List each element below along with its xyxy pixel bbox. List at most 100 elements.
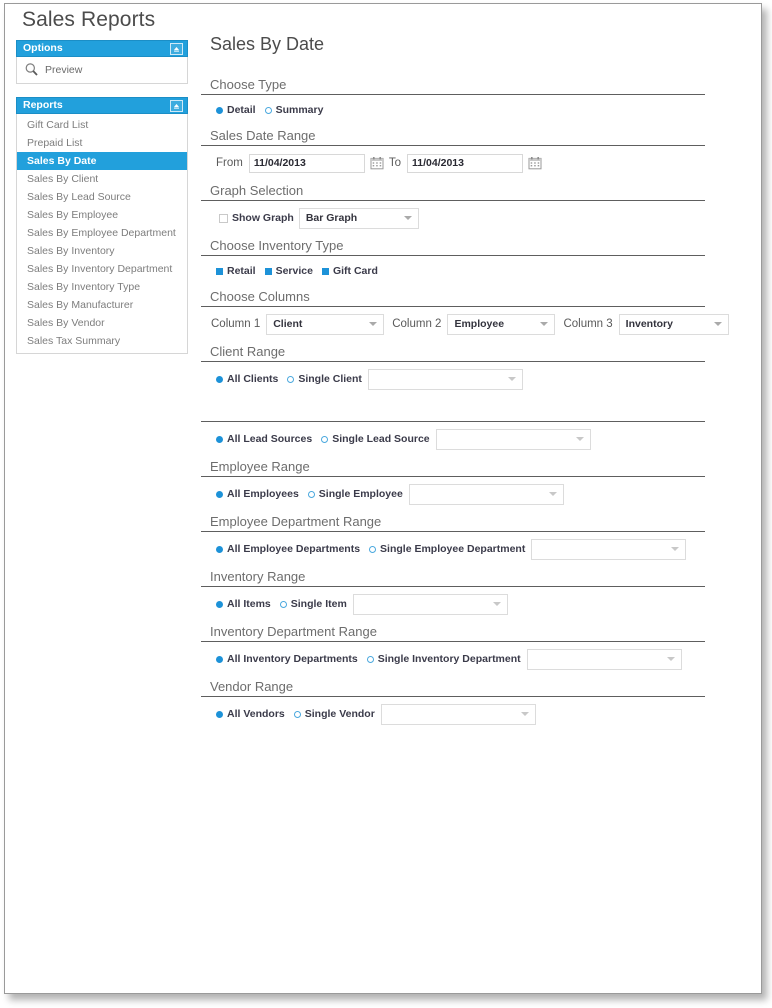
section-heading: Inventory Department Range bbox=[201, 624, 705, 642]
chevron-down-icon bbox=[713, 322, 722, 326]
section-choose-inventory-type: Choose Inventory Type Retail Service Gif… bbox=[201, 238, 746, 286]
choose-columns-row: Column 1 Client Column 2 Employee Column… bbox=[201, 307, 746, 341]
column-2-dropdown[interactable]: Employee bbox=[447, 313, 556, 335]
radio-all-employee-departments[interactable]: All Employee Departments bbox=[216, 544, 360, 555]
sidebar-item-report[interactable]: Prepaid List bbox=[17, 134, 187, 152]
radio-all-employees[interactable]: All Employees bbox=[216, 489, 299, 500]
column-2-value: Employee bbox=[454, 318, 505, 330]
checkbox-retail-label: Retail bbox=[227, 264, 256, 277]
chevron-down-icon bbox=[671, 547, 680, 551]
radio-all-clients-label: All Clients bbox=[227, 372, 279, 385]
sidebar-item-report[interactable]: Sales By Inventory bbox=[17, 242, 187, 260]
radio-all-clients[interactable]: All Clients bbox=[216, 374, 278, 385]
checkbox-gift-card-icon bbox=[321, 267, 329, 275]
radio-single-client-icon bbox=[287, 375, 295, 383]
radio-detail[interactable]: Detail bbox=[216, 105, 256, 116]
radio-single-client[interactable]: Single Client bbox=[287, 374, 362, 385]
options-panel-body: Preview bbox=[16, 57, 188, 84]
sidebar-item-report[interactable]: Sales By Inventory Department bbox=[17, 260, 187, 278]
radio-single-lead-source[interactable]: Single Lead Source bbox=[321, 434, 430, 445]
calendar-icon[interactable] bbox=[528, 156, 542, 170]
single-lead-source-dropdown[interactable] bbox=[435, 428, 591, 450]
radio-all-inventory-departments[interactable]: All Inventory Departments bbox=[216, 654, 358, 665]
sidebar-item-report[interactable]: Sales By Employee bbox=[17, 206, 187, 224]
column-3-value: Inventory bbox=[625, 318, 673, 330]
radio-single-employee[interactable]: Single Employee bbox=[307, 489, 403, 500]
column-3-dropdown[interactable]: Inventory bbox=[618, 313, 729, 335]
radio-all-lead-sources[interactable]: All Lead Sources bbox=[216, 434, 312, 445]
checkbox-retail[interactable]: Retail bbox=[216, 266, 256, 277]
reports-panel-header: Reports bbox=[16, 97, 188, 114]
sidebar-item-preview-label: Preview bbox=[45, 63, 83, 76]
section-heading: Employee Range bbox=[201, 459, 705, 477]
graph-selection-row: Show Graph Bar Graph bbox=[201, 201, 746, 235]
section-heading bbox=[201, 399, 705, 422]
choose-type-row: Detail Summary bbox=[201, 95, 746, 125]
section-inventory-range: Inventory Range All Items Single Item bbox=[201, 569, 746, 621]
sidebar-item-report[interactable]: Sales By Lead Source bbox=[17, 188, 187, 206]
sidebar-item-report[interactable]: Sales By Date bbox=[17, 152, 187, 170]
sidebar-item-report[interactable]: Sales By Client bbox=[17, 170, 187, 188]
column-1-dropdown[interactable]: Client bbox=[266, 313, 385, 335]
options-panel-header: Options bbox=[16, 40, 188, 57]
from-date-input[interactable]: 11/04/2013 bbox=[248, 153, 365, 173]
single-vendor-dropdown[interactable] bbox=[380, 703, 536, 725]
single-client-dropdown[interactable] bbox=[367, 368, 523, 390]
section-heading: Choose Inventory Type bbox=[201, 238, 705, 256]
reports-panel-title: Reports bbox=[23, 99, 63, 112]
collapse-up-icon[interactable] bbox=[170, 43, 183, 55]
checkbox-gift-card[interactable]: Gift Card bbox=[321, 266, 378, 277]
radio-single-employee-department[interactable]: Single Employee Department bbox=[369, 544, 525, 555]
single-employee-department-dropdown[interactable] bbox=[531, 538, 687, 560]
section-heading: Graph Selection bbox=[201, 183, 705, 201]
sidebar-item-report[interactable]: Sales By Manufacturer bbox=[17, 296, 187, 314]
radio-all-employee-departments-label: All Employee Departments bbox=[227, 542, 361, 555]
radio-all-vendors[interactable]: All Vendors bbox=[216, 709, 285, 720]
inventory-range-row: All Items Single Item bbox=[201, 587, 746, 621]
column-3-label: Column 3 bbox=[563, 318, 613, 330]
section-heading: Vendor Range bbox=[201, 679, 705, 697]
section-choose-columns: Choose Columns Column 1 Client Column 2 … bbox=[201, 289, 746, 341]
client-range-row: All Clients Single Client bbox=[201, 362, 746, 396]
to-date-input[interactable]: 11/04/2013 bbox=[407, 153, 523, 173]
radio-single-employee-department-icon bbox=[369, 545, 377, 553]
reports-list: Gift Card List Prepaid List Sales By Date S… bbox=[16, 114, 188, 354]
radio-all-lead-sources-icon bbox=[216, 435, 223, 443]
radio-all-vendors-label: All Vendors bbox=[227, 707, 285, 720]
radio-single-vendor-icon bbox=[293, 710, 301, 718]
sidebar-item-report[interactable]: Sales By Vendor bbox=[17, 314, 187, 332]
collapse-up-icon[interactable] bbox=[170, 100, 183, 112]
column-2-label: Column 2 bbox=[392, 318, 442, 330]
chevron-down-icon bbox=[403, 216, 412, 220]
radio-single-item[interactable]: Single Item bbox=[279, 597, 347, 610]
section-heading: Employee Department Range bbox=[201, 514, 705, 532]
options-panel-title: Options bbox=[23, 42, 63, 55]
calendar-icon[interactable] bbox=[370, 156, 384, 170]
sidebar-item-preview[interactable]: Preview bbox=[17, 59, 187, 80]
section-heading: Choose Type bbox=[201, 77, 705, 95]
single-inventory-department-dropdown[interactable] bbox=[526, 648, 682, 670]
reports-panel: Reports Gift Card List Prepaid List Sales … bbox=[16, 97, 188, 354]
sidebar-item-report[interactable]: Sales Tax Summary bbox=[17, 332, 187, 350]
checkbox-show-graph-label: Show Graph bbox=[232, 211, 294, 224]
graph-type-dropdown[interactable]: Bar Graph bbox=[298, 207, 419, 229]
radio-all-vendors-icon bbox=[216, 710, 223, 718]
radio-detail-label: Detail bbox=[227, 103, 256, 116]
checkbox-service[interactable]: Service bbox=[264, 264, 313, 277]
radio-summary[interactable]: Summary bbox=[264, 105, 323, 116]
checkbox-service-label: Service bbox=[275, 264, 313, 277]
sidebar-item-report[interactable]: Gift Card List bbox=[17, 116, 187, 134]
sidebar-item-report[interactable]: Sales By Employee Department bbox=[17, 224, 187, 242]
single-employee-dropdown[interactable] bbox=[408, 483, 564, 505]
column-1-label: Column 1 bbox=[211, 318, 261, 330]
single-item-dropdown[interactable] bbox=[352, 593, 508, 615]
radio-all-items[interactable]: All Items bbox=[216, 599, 271, 610]
radio-single-inventory-department[interactable]: Single Inventory Department bbox=[366, 654, 521, 665]
radio-single-vendor[interactable]: Single Vendor bbox=[293, 709, 375, 720]
radio-single-item-label: Single Item bbox=[290, 597, 347, 610]
checkbox-show-graph[interactable]: Show Graph bbox=[219, 213, 294, 224]
sidebar-item-report[interactable]: Sales By Inventory Type bbox=[17, 278, 187, 296]
graph-type-value: Bar Graph bbox=[305, 212, 358, 224]
radio-all-inventory-departments-icon bbox=[216, 655, 223, 663]
screenshot-root: Sales Reports Options Preview Reports Gi… bbox=[0, 0, 772, 1008]
